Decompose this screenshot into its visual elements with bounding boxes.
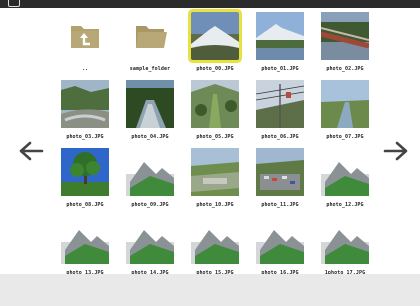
photo-thumbnail [256,216,304,264]
photo-item[interactable]: photo_03.JPG [53,78,117,144]
next-page-button[interactable] [381,138,411,164]
photo-item[interactable]: photo_08.JPG [53,146,117,212]
photo-thumbnail [321,12,369,60]
photo-item[interactable]: photo_13.JPG [53,214,117,280]
thumbnail-frame [183,214,247,266]
thumbnail-frame [248,146,312,198]
thumbnail-frame [313,214,377,266]
thumbnail-frame [118,146,182,198]
thumbnail-frame [313,146,377,198]
photo-item[interactable]: photo_15.JPG [183,214,247,280]
photo-item[interactable]: 1photo_17.JPG [313,214,377,280]
thumbnail-frame [53,214,117,266]
photo-thumbnail [126,80,174,128]
thumbnail-frame [53,146,117,198]
file-browser: .. sample_folder photo_00.JPG photo_01.JPG p… [0,8,420,276]
photo-thumbnail [256,80,304,128]
photo-item[interactable]: photo_00.JPG [183,10,247,76]
footer-bar [0,274,420,306]
photo-item[interactable]: photo_10.JPG [183,146,247,212]
thumbnail-frame [118,214,182,266]
photo-item[interactable]: photo_01.JPG [248,10,312,76]
photo-thumbnail [256,12,304,60]
photo-thumbnail [321,216,369,264]
photo-item[interactable]: photo_12.JPG [313,146,377,212]
item-label: photo_02.JPG [326,66,364,72]
thumbnail-frame [183,78,247,130]
photo-item[interactable]: photo_09.JPG [118,146,182,212]
photo-thumbnail [126,216,174,264]
photo-thumbnail [191,12,239,60]
photo-thumbnail [61,216,109,264]
camera-icon [8,0,20,7]
photo-thumbnail [191,148,239,196]
folder-icon [126,12,174,60]
thumbnail-frame [313,78,377,130]
photo-thumbnail [191,80,239,128]
photo-item[interactable]: photo_06.JPG [248,78,312,144]
thumbnail-frame [53,78,117,130]
item-label: photo_07.JPG [326,134,364,140]
folder-up-icon [61,12,109,60]
folder-item[interactable]: .. [53,10,117,76]
title-bar [0,0,420,8]
thumbnail-frame [248,10,312,62]
photo-thumbnail [321,148,369,196]
thumbnail-frame [118,10,182,62]
arrow-left-icon [19,141,44,161]
photo-item[interactable]: photo_04.JPG [118,78,182,144]
thumbnail-frame [183,146,247,198]
photo-thumbnail [256,148,304,196]
prev-page-button[interactable] [16,138,46,164]
photo-thumbnail [126,148,174,196]
thumbnail-frame [313,10,377,62]
photo-item[interactable]: photo_14.JPG [118,214,182,280]
arrow-right-icon [383,141,408,161]
photo-thumbnail [61,148,109,196]
item-label: photo_12.JPG [326,202,364,208]
photo-item[interactable]: photo_07.JPG [313,78,377,144]
photo-item[interactable]: photo_02.JPG [313,10,377,76]
thumbnail-frame [53,10,117,62]
photo-item[interactable]: photo_16.JPG [248,214,312,280]
folder-item[interactable]: sample_folder [118,10,182,76]
photo-thumbnail [191,216,239,264]
thumbnail-frame [118,78,182,130]
thumbnail-frame [248,214,312,266]
photo-item[interactable]: photo_05.JPG [183,78,247,144]
photo-thumbnail [61,80,109,128]
thumbnail-frame [248,78,312,130]
photo-item[interactable]: photo_11.JPG [248,146,312,212]
thumbnail-frame [183,10,247,62]
photo-thumbnail [321,80,369,128]
